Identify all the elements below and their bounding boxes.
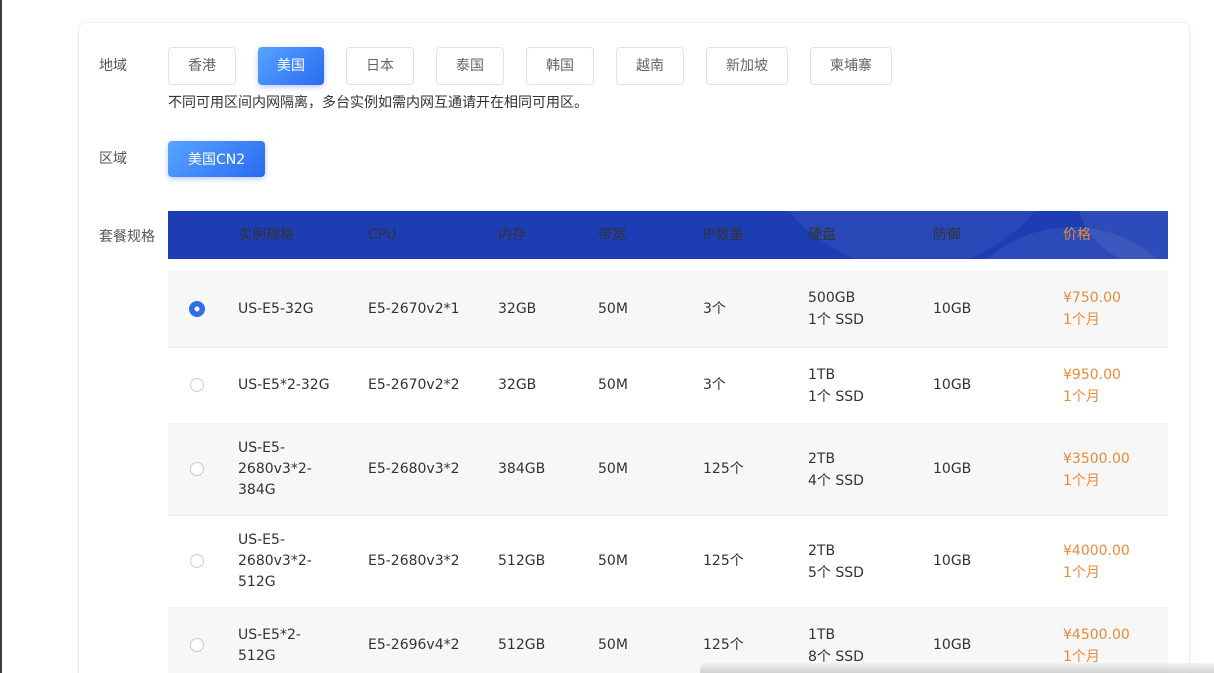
- header-cell-1: 实例规格: [226, 225, 356, 246]
- cell-bandwidth: 50M: [586, 459, 691, 480]
- package-label: 套餐规格: [99, 227, 168, 247]
- cell-instance-spec: US-E5-2680v3*2-512G: [226, 530, 356, 593]
- cell-price: ¥950.001个月: [1051, 364, 1168, 408]
- header-cell-3: 内存: [486, 225, 586, 246]
- cell-defense: 10GB: [921, 299, 1051, 320]
- package-table: 实例规格CPU内存带宽IP数量硬盘防御价格 US-E5-32GE5-2670v2…: [168, 211, 1168, 673]
- table-header: 实例规格CPU内存带宽IP数量硬盘防御价格: [168, 211, 1168, 259]
- cell-bandwidth: 50M: [586, 635, 691, 656]
- cell-bandwidth: 50M: [586, 375, 691, 396]
- table-body: US-E5-32GE5-2670v2*132GB50M3个500GB1个 SSD…: [168, 271, 1168, 673]
- cell-price: ¥750.001个月: [1051, 287, 1168, 331]
- price-amount: ¥750.00: [1063, 287, 1168, 309]
- header-cell-4: 带宽: [586, 225, 691, 246]
- bottom-bar-shadow: [700, 663, 1214, 673]
- cell-disk: 500GB1个 SSD: [796, 287, 921, 331]
- price-period: 1个月: [1063, 562, 1168, 584]
- cell-instance-spec: US-E5*2-512G: [226, 625, 356, 667]
- cell-defense: 10GB: [921, 551, 1051, 572]
- package-plan-row-1[interactable]: US-E5-32GE5-2670v2*132GB50M3个500GB1个 SSD…: [168, 271, 1168, 347]
- region-button-7[interactable]: 新加坡: [706, 47, 788, 85]
- price-period: 1个月: [1063, 309, 1168, 331]
- package-row: 套餐规格 实例规格CPU内存带宽IP数量硬盘防御价格 US-E5-32GE5-2…: [99, 211, 1189, 673]
- region-button-1[interactable]: 香港: [168, 47, 236, 85]
- region-button-8[interactable]: 柬埔寨: [810, 47, 892, 85]
- cell-ip-count: 125个: [691, 459, 796, 480]
- server-purchase-card: 地域 香港美国日本泰国韩国越南新加坡柬埔寨 不同可用区间内网隔离，多台实例如需内…: [78, 22, 1190, 673]
- cell-ip-count: 3个: [691, 299, 796, 320]
- cell-memory: 512GB: [486, 551, 586, 572]
- header-cell-2: CPU: [356, 225, 486, 246]
- cell-cpu: E5-2670v2*1: [356, 299, 486, 320]
- region-button-6[interactable]: 越南: [616, 47, 684, 85]
- price-amount: ¥950.00: [1063, 364, 1168, 386]
- cell-disk: 2TB5个 SSD: [796, 540, 921, 584]
- cell-defense: 10GB: [921, 635, 1051, 656]
- package-plan-row-4[interactable]: US-E5-2680v3*2-512GE5-2680v3*2512GB50M12…: [168, 515, 1168, 607]
- cell-cpu: E5-2670v2*2: [356, 375, 486, 396]
- zone-button-1[interactable]: 美国CN2: [168, 141, 265, 177]
- cell-memory: 32GB: [486, 375, 586, 396]
- zone-button-group: 美国CN2: [168, 141, 1189, 177]
- region-button-3[interactable]: 日本: [346, 47, 414, 85]
- cell-price: ¥4000.001个月: [1051, 540, 1168, 584]
- cell-memory: 384GB: [486, 459, 586, 480]
- price-amount: ¥4500.00: [1063, 624, 1168, 646]
- cell-price: ¥4500.001个月: [1051, 624, 1168, 668]
- cell-memory: 512GB: [486, 635, 586, 656]
- plan-radio[interactable]: [190, 378, 204, 392]
- cell-disk: 1TB8个 SSD: [796, 624, 921, 668]
- cell-instance-spec: US-E5-2680v3*2-384G: [226, 438, 356, 501]
- region-button-5[interactable]: 韩国: [526, 47, 594, 85]
- zone-label: 区域: [99, 141, 168, 177]
- zone-row: 区域 美国CN2: [99, 141, 1189, 177]
- cell-ip-count: 125个: [691, 635, 796, 656]
- plan-radio[interactable]: [190, 554, 204, 568]
- cell-bandwidth: 50M: [586, 299, 691, 320]
- plan-radio[interactable]: [189, 301, 205, 317]
- cell-instance-spec: US-E5*2-32G: [226, 375, 356, 396]
- price-amount: ¥3500.00: [1063, 448, 1168, 470]
- price-period: 1个月: [1063, 470, 1168, 492]
- region-label: 地域: [99, 47, 168, 85]
- header-cell-6: 硬盘: [796, 225, 921, 246]
- package-plan-row-3[interactable]: US-E5-2680v3*2-384GE5-2680v3*2384GB50M12…: [168, 423, 1168, 515]
- package-plan-row-2[interactable]: US-E5*2-32GE5-2670v2*232GB50M3个1TB1个 SSD…: [168, 347, 1168, 423]
- cell-defense: 10GB: [921, 459, 1051, 480]
- cell-bandwidth: 50M: [586, 551, 691, 572]
- region-note: 不同可用区间内网隔离，多台实例如需内网互通请开在相同可用区。: [168, 93, 1189, 114]
- price-amount: ¥4000.00: [1063, 540, 1168, 562]
- cell-price: ¥3500.001个月: [1051, 448, 1168, 492]
- cell-memory: 32GB: [486, 299, 586, 320]
- region-button-group: 香港美国日本泰国韩国越南新加坡柬埔寨: [168, 47, 1189, 85]
- header-cell-8: 价格: [1051, 225, 1168, 246]
- cell-defense: 10GB: [921, 375, 1051, 396]
- header-cell-5: IP数量: [691, 225, 796, 246]
- header-cell-7: 防御: [921, 225, 1051, 246]
- region-button-2[interactable]: 美国: [258, 47, 324, 85]
- cell-ip-count: 125个: [691, 551, 796, 572]
- page: 地域 香港美国日本泰国韩国越南新加坡柬埔寨 不同可用区间内网隔离，多台实例如需内…: [0, 0, 1214, 673]
- cell-cpu: E5-2680v3*2: [356, 551, 486, 572]
- cell-disk: 1TB1个 SSD: [796, 364, 921, 408]
- plan-radio[interactable]: [190, 462, 204, 476]
- cell-cpu: E5-2696v4*2: [356, 635, 486, 656]
- region-button-4[interactable]: 泰国: [436, 47, 504, 85]
- cell-cpu: E5-2680v3*2: [356, 459, 486, 480]
- cell-instance-spec: US-E5-32G: [226, 299, 356, 320]
- window-edge-line: [0, 0, 2, 673]
- cell-disk: 2TB4个 SSD: [796, 448, 921, 492]
- region-row: 地域 香港美国日本泰国韩国越南新加坡柬埔寨 不同可用区间内网隔离，多台实例如需内…: [99, 47, 1189, 114]
- price-period: 1个月: [1063, 386, 1168, 408]
- plan-radio[interactable]: [190, 638, 204, 652]
- cell-ip-count: 3个: [691, 375, 796, 396]
